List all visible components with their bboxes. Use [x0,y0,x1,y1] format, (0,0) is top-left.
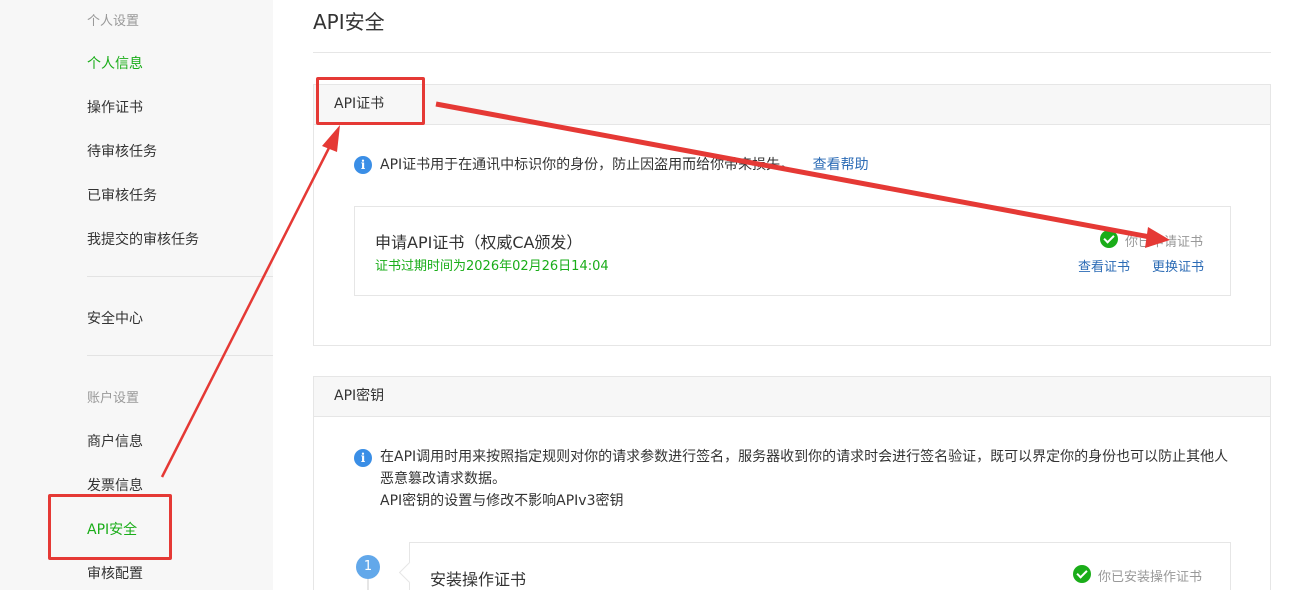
check-circle-icon [1100,230,1118,248]
title-divider [313,52,1271,53]
cert-apply-card: 申请API证书（权威CA颁发） 证书过期时间为2026年02月26日14:04 … [354,206,1231,296]
info-icon: i [354,156,372,174]
sidebar-item-operation-cert[interactable]: 操作证书 [87,97,143,117]
view-cert-link[interactable]: 查看证书 [1078,256,1130,275]
api-cert-panel: API证书 i API证书用于在通讯中标识你的身份，防止因盗用而给你带来损失。 … [313,84,1271,346]
annotation-box-api-security [48,494,172,560]
api-key-panel-header: API密钥 [314,377,1270,417]
api-key-panel: API密钥 i 在API调用时用来按照指定规则对你的请求参数进行签名，服务器收到… [313,376,1271,590]
sidebar-item-invoice-info[interactable]: 发票信息 [87,475,143,495]
cert-expire-text: 证书过期时间为2026年02月26日14:04 [375,259,609,274]
sidebar-divider [87,276,273,277]
step-status-text: 你已安装操作证书 [1098,570,1203,585]
section-personal-settings: 个人设置 [87,14,140,29]
sidebar-item-pending-tasks[interactable]: 待审核任务 [87,141,157,161]
sidebar-item-my-submitted-tasks[interactable]: 我提交的审核任务 [87,229,199,249]
replace-cert-link[interactable]: 更换证书 [1152,256,1204,275]
step-card: 安装操作证书 你已安装操作证书 [409,542,1231,590]
sidebar-item-review-config[interactable]: 审核配置 [87,563,143,583]
check-circle-icon [1073,565,1091,583]
info-icon: i [354,449,372,467]
help-link[interactable]: 查看帮助 [813,157,869,173]
api-cert-panel-header: API证书 [314,85,1270,125]
api-key-info: 在API调用时用来按照指定规则对你的请求参数进行签名，服务器收到你的请求时会进行… [380,446,1260,512]
sidebar-item-reviewed-tasks[interactable]: 已审核任务 [87,185,157,205]
sidebar-divider [87,355,273,356]
sidebar-item-personal-info[interactable]: 个人信息 [87,53,143,73]
step-connector [367,579,369,590]
step-title: 安装操作证书 [430,570,527,589]
annotation-box-api-cert [316,77,425,125]
section-account-settings: 账户设置 [87,391,140,406]
cert-apply-title: 申请API证书（权威CA颁发） [375,233,583,252]
api-cert-info-text: API证书用于在通讯中标识你的身份，防止因盗用而给你带来损失。 [380,157,795,173]
api-cert-info: API证书用于在通讯中标识你的身份，防止因盗用而给你带来损失。 查看帮助 [380,154,869,176]
sidebar-item-security-center[interactable]: 安全中心 [87,308,143,328]
sidebar-item-merchant-info[interactable]: 商户信息 [87,431,143,451]
api-key-info-line1: 在API调用时用来按照指定规则对你的请求参数进行签名，服务器收到你的请求时会进行… [380,449,1229,465]
api-key-info-line2: 恶意篡改请求数据。 [380,471,506,487]
step-number-badge: 1 [356,555,380,579]
api-key-info-line3: API密钥的设置与修改不影响APIv3密钥 [380,493,624,509]
page-title: API安全 [313,10,385,34]
cert-status-text: 你已申请证书 [1125,235,1204,250]
